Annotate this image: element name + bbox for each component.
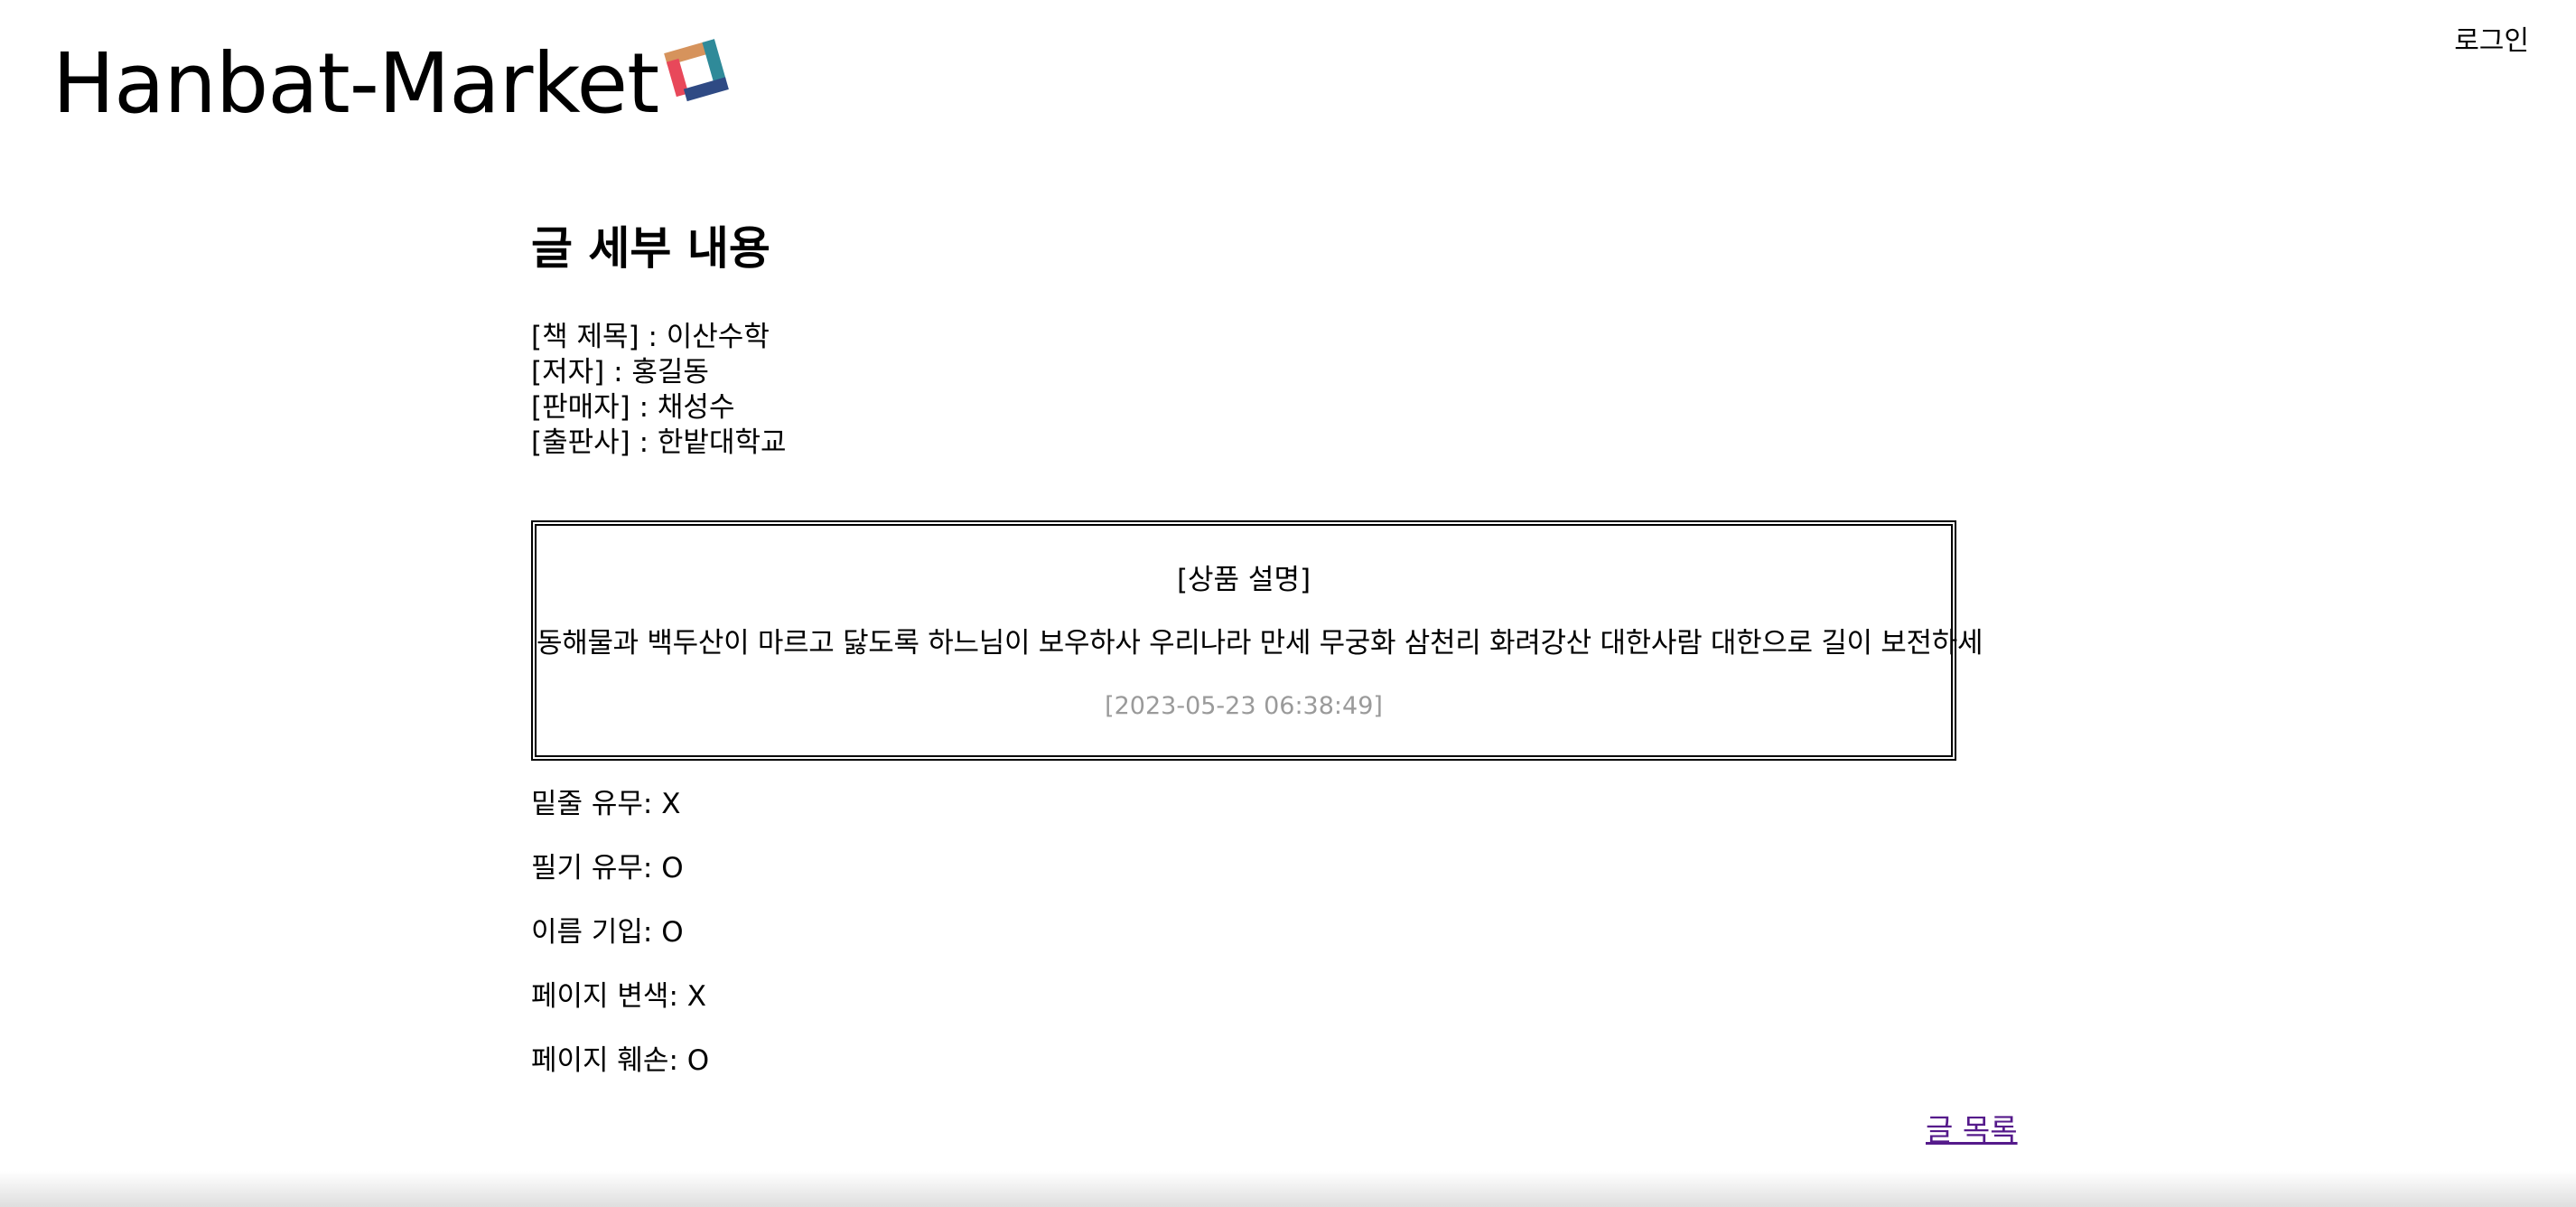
book-publisher: [출판사] : 한밭대학교 — [531, 426, 787, 459]
bottom-shadow — [0, 1171, 2576, 1207]
page-title: 글 세부 내용 — [531, 222, 770, 275]
product-description-box: [상품 설명] 동해물과 백두산이 마르고 닳도록 하느님이 보우하사 우리나라… — [531, 520, 1983, 761]
hanbat-market-logo[interactable] — [658, 33, 735, 110]
condition-notes: 필기 유무: O — [531, 852, 684, 884]
post-timestamp: [2023-05-23 06:38:49] — [1105, 692, 1383, 720]
book-seller: [판매자] : 채성수 — [531, 391, 735, 424]
book-title: [책 제목] : 이산수학 — [531, 321, 770, 353]
condition-underline: 밑줄 유무: X — [531, 788, 681, 820]
condition-name-written: 이름 기입: O — [531, 916, 684, 949]
site-title[interactable]: Hanbat-Market — [52, 25, 659, 143]
login-link[interactable]: 로그인 — [2454, 23, 2529, 60]
post-list-link[interactable]: 글 목록 — [1926, 1111, 2018, 1149]
condition-damage: 페이지 훼손: O — [531, 1044, 710, 1077]
condition-discoloration: 페이지 변색: X — [531, 980, 706, 1013]
page: Hanbat-Market 로그인 글 세부 내용 [책 제목] : 이산수학 … — [0, 0, 2576, 1207]
description-title: [상품 설명] — [1176, 564, 1311, 596]
description-body: 동해물과 백두산이 마르고 닳도록 하느님이 보우하사 우리나라 만세 무궁화 … — [537, 627, 1983, 660]
book-info: [책 제목] : 이산수학 [저자] : 홍길동 [판매자] : 채성수 [출판… — [531, 320, 787, 461]
book-author: [저자] : 홍길동 — [531, 356, 709, 388]
